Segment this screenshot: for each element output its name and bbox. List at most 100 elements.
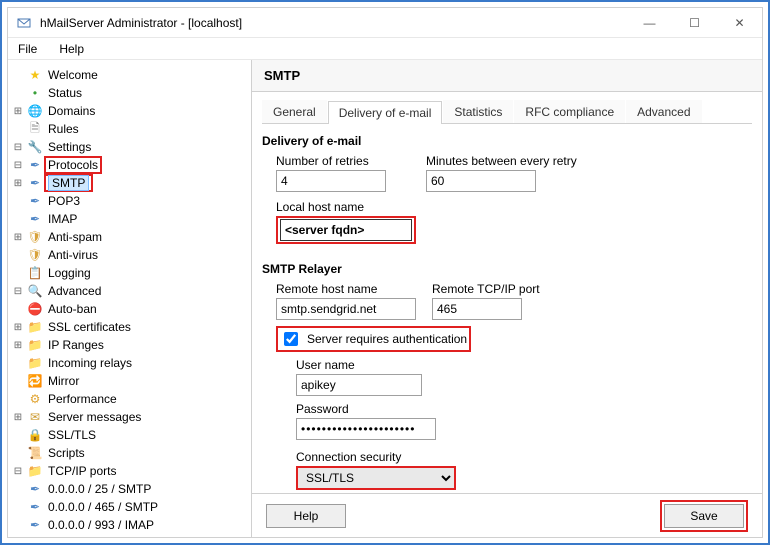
password-label: Password bbox=[296, 402, 752, 416]
minutes-label: Minutes between every retry bbox=[426, 154, 577, 168]
gear-icon: ⚙ bbox=[27, 391, 43, 407]
tree-status[interactable]: •Status bbox=[12, 84, 247, 102]
section-relayer-heading: SMTP Relayer bbox=[262, 262, 752, 276]
folder-icon: 📁 bbox=[27, 319, 43, 335]
tree-sslcerts[interactable]: ⊞📁SSL certificates bbox=[12, 318, 247, 336]
tree-antivirus[interactable]: 🛡Anti-virus bbox=[12, 246, 247, 264]
star-icon: ★ bbox=[27, 67, 43, 83]
auth-label: Server requires authentication bbox=[307, 332, 467, 346]
expander-icon[interactable]: ⊟ bbox=[12, 159, 24, 171]
tab-general[interactable]: General bbox=[262, 100, 327, 123]
feather-icon: ✒ bbox=[27, 175, 43, 191]
feather-icon: ✒ bbox=[27, 157, 43, 173]
retries-label: Number of retries bbox=[276, 154, 386, 168]
feather-icon: ✒ bbox=[27, 211, 43, 227]
content-pane: SMTP General Delivery of e-mail Statisti… bbox=[252, 60, 762, 537]
maximize-button[interactable]: ☐ bbox=[672, 8, 717, 38]
expander-icon[interactable]: ⊟ bbox=[12, 141, 24, 153]
expander-icon[interactable]: ⊞ bbox=[12, 231, 24, 243]
menu-file[interactable]: File bbox=[14, 40, 41, 58]
minutes-input[interactable] bbox=[426, 170, 536, 192]
expander-icon[interactable]: ⊞ bbox=[12, 339, 24, 351]
tree-ipranges[interactable]: ⊞📁IP Ranges bbox=[12, 336, 247, 354]
tree-scripts[interactable]: 📜Scripts bbox=[12, 444, 247, 462]
tree-antispam[interactable]: ⊞🛡Anti-spam bbox=[12, 228, 247, 246]
expander-icon[interactable]: ⊞ bbox=[12, 105, 24, 117]
mirror-icon: 🔁 bbox=[27, 373, 43, 389]
folder-icon: 📁 bbox=[27, 355, 43, 371]
folder-icon: 📁 bbox=[27, 337, 43, 353]
tree-port-465[interactable]: ✒0.0.0.0 / 465 / SMTP bbox=[12, 498, 247, 516]
remotehost-label: Remote host name bbox=[276, 282, 416, 296]
expander-icon[interactable]: ⊞ bbox=[12, 321, 24, 333]
feather-icon: ✒ bbox=[27, 481, 43, 497]
tree-port-25[interactable]: ✒0.0.0.0 / 25 / SMTP bbox=[12, 480, 247, 498]
folder-icon: 📁 bbox=[27, 463, 43, 479]
wrench-icon: 🔧 bbox=[27, 139, 43, 155]
menu-help[interactable]: Help bbox=[55, 40, 88, 58]
window-title: hMailServer Administrator - [localhost] bbox=[40, 16, 242, 30]
remotehost-input[interactable] bbox=[276, 298, 416, 320]
expander-icon[interactable]: ⊞ bbox=[12, 411, 24, 423]
feather-icon: ✒ bbox=[27, 499, 43, 515]
username-label: User name bbox=[296, 358, 752, 372]
username-input[interactable] bbox=[296, 374, 422, 396]
tree-welcome[interactable]: ★Welcome bbox=[12, 66, 247, 84]
remoteport-label: Remote TCP/IP port bbox=[432, 282, 540, 296]
panel-title: SMTP bbox=[252, 60, 762, 92]
tree-rules[interactable]: 🗎Rules bbox=[12, 120, 247, 138]
auth-checkbox[interactable] bbox=[284, 332, 298, 346]
connsec-label: Connection security bbox=[296, 450, 752, 464]
tree-settings[interactable]: ⊟🔧Settings bbox=[12, 138, 247, 156]
section-delivery-heading: Delivery of e-mail bbox=[262, 134, 752, 148]
rules-icon: 🗎 bbox=[27, 121, 43, 137]
noentry-icon: ⛔ bbox=[27, 301, 43, 317]
navigation-tree[interactable]: ★Welcome •Status ⊞🌐Domains 🗎Rules ⊟🔧Sett… bbox=[8, 60, 252, 537]
tab-statistics[interactable]: Statistics bbox=[443, 100, 513, 123]
tab-advanced[interactable]: Advanced bbox=[626, 100, 701, 123]
shield-icon: 🛡 bbox=[27, 229, 43, 245]
tree-tcpip[interactable]: ⊟📁TCP/IP ports bbox=[12, 462, 247, 480]
lock-icon: 🔒 bbox=[27, 427, 43, 443]
app-window: hMailServer Administrator - [localhost] … bbox=[7, 7, 763, 538]
expander-icon[interactable]: ⊟ bbox=[12, 465, 24, 477]
tab-delivery[interactable]: Delivery of e-mail bbox=[328, 101, 443, 124]
globe-icon: 🌐 bbox=[27, 103, 43, 119]
remoteport-input[interactable] bbox=[432, 298, 522, 320]
tree-imap[interactable]: ✒IMAP bbox=[12, 210, 247, 228]
tabs: General Delivery of e-mail Statistics RF… bbox=[262, 100, 752, 124]
minimize-button[interactable]: — bbox=[627, 8, 672, 38]
tree-servermsgs[interactable]: ⊞✉Server messages bbox=[12, 408, 247, 426]
close-button[interactable]: ✕ bbox=[717, 8, 762, 38]
feather-icon: ✒ bbox=[27, 535, 43, 537]
tree-protocols[interactable]: ⊟✒Protocols bbox=[12, 156, 247, 174]
save-button[interactable]: Save bbox=[664, 504, 744, 528]
expander-icon[interactable]: ⊟ bbox=[12, 285, 24, 297]
tree-pop3[interactable]: ✒POP3 bbox=[12, 192, 247, 210]
tab-rfc[interactable]: RFC compliance bbox=[514, 100, 625, 123]
envelope-icon: ✉ bbox=[27, 409, 43, 425]
password-input[interactable] bbox=[296, 418, 436, 440]
tree-ssltls[interactable]: 🔒SSL/TLS bbox=[12, 426, 247, 444]
connsec-select[interactable]: SSL/TLS bbox=[296, 466, 456, 490]
expander-icon[interactable]: ⊞ bbox=[12, 177, 24, 189]
retries-input[interactable] bbox=[276, 170, 386, 192]
tree-mirror[interactable]: 🔁Mirror bbox=[12, 372, 247, 390]
tree-incoming[interactable]: 📁Incoming relays bbox=[12, 354, 247, 372]
feather-icon: ✒ bbox=[27, 517, 43, 533]
app-icon bbox=[16, 15, 32, 31]
tree-domains[interactable]: ⊞🌐Domains bbox=[12, 102, 247, 120]
tree-autoban[interactable]: ⛔Auto-ban bbox=[12, 300, 247, 318]
tree-port-993[interactable]: ✒0.0.0.0 / 993 / IMAP bbox=[12, 516, 247, 534]
button-bar: Help Save bbox=[252, 493, 762, 537]
shield-icon: 🛡 bbox=[27, 247, 43, 263]
scroll-icon: 📜 bbox=[27, 445, 43, 461]
tree-logging[interactable]: 📋Logging bbox=[12, 264, 247, 282]
tree-smtp[interactable]: ⊞✒SMTP bbox=[12, 174, 247, 192]
localhost-input[interactable] bbox=[280, 219, 412, 241]
tree-port-995[interactable]: ✒0.0.0.0 / 995 / POP3 bbox=[12, 534, 247, 537]
tree-advanced[interactable]: ⊟🔍Advanced bbox=[12, 282, 247, 300]
tree-performance[interactable]: ⚙Performance bbox=[12, 390, 247, 408]
help-button[interactable]: Help bbox=[266, 504, 346, 528]
titlebar: hMailServer Administrator - [localhost] … bbox=[8, 8, 762, 38]
